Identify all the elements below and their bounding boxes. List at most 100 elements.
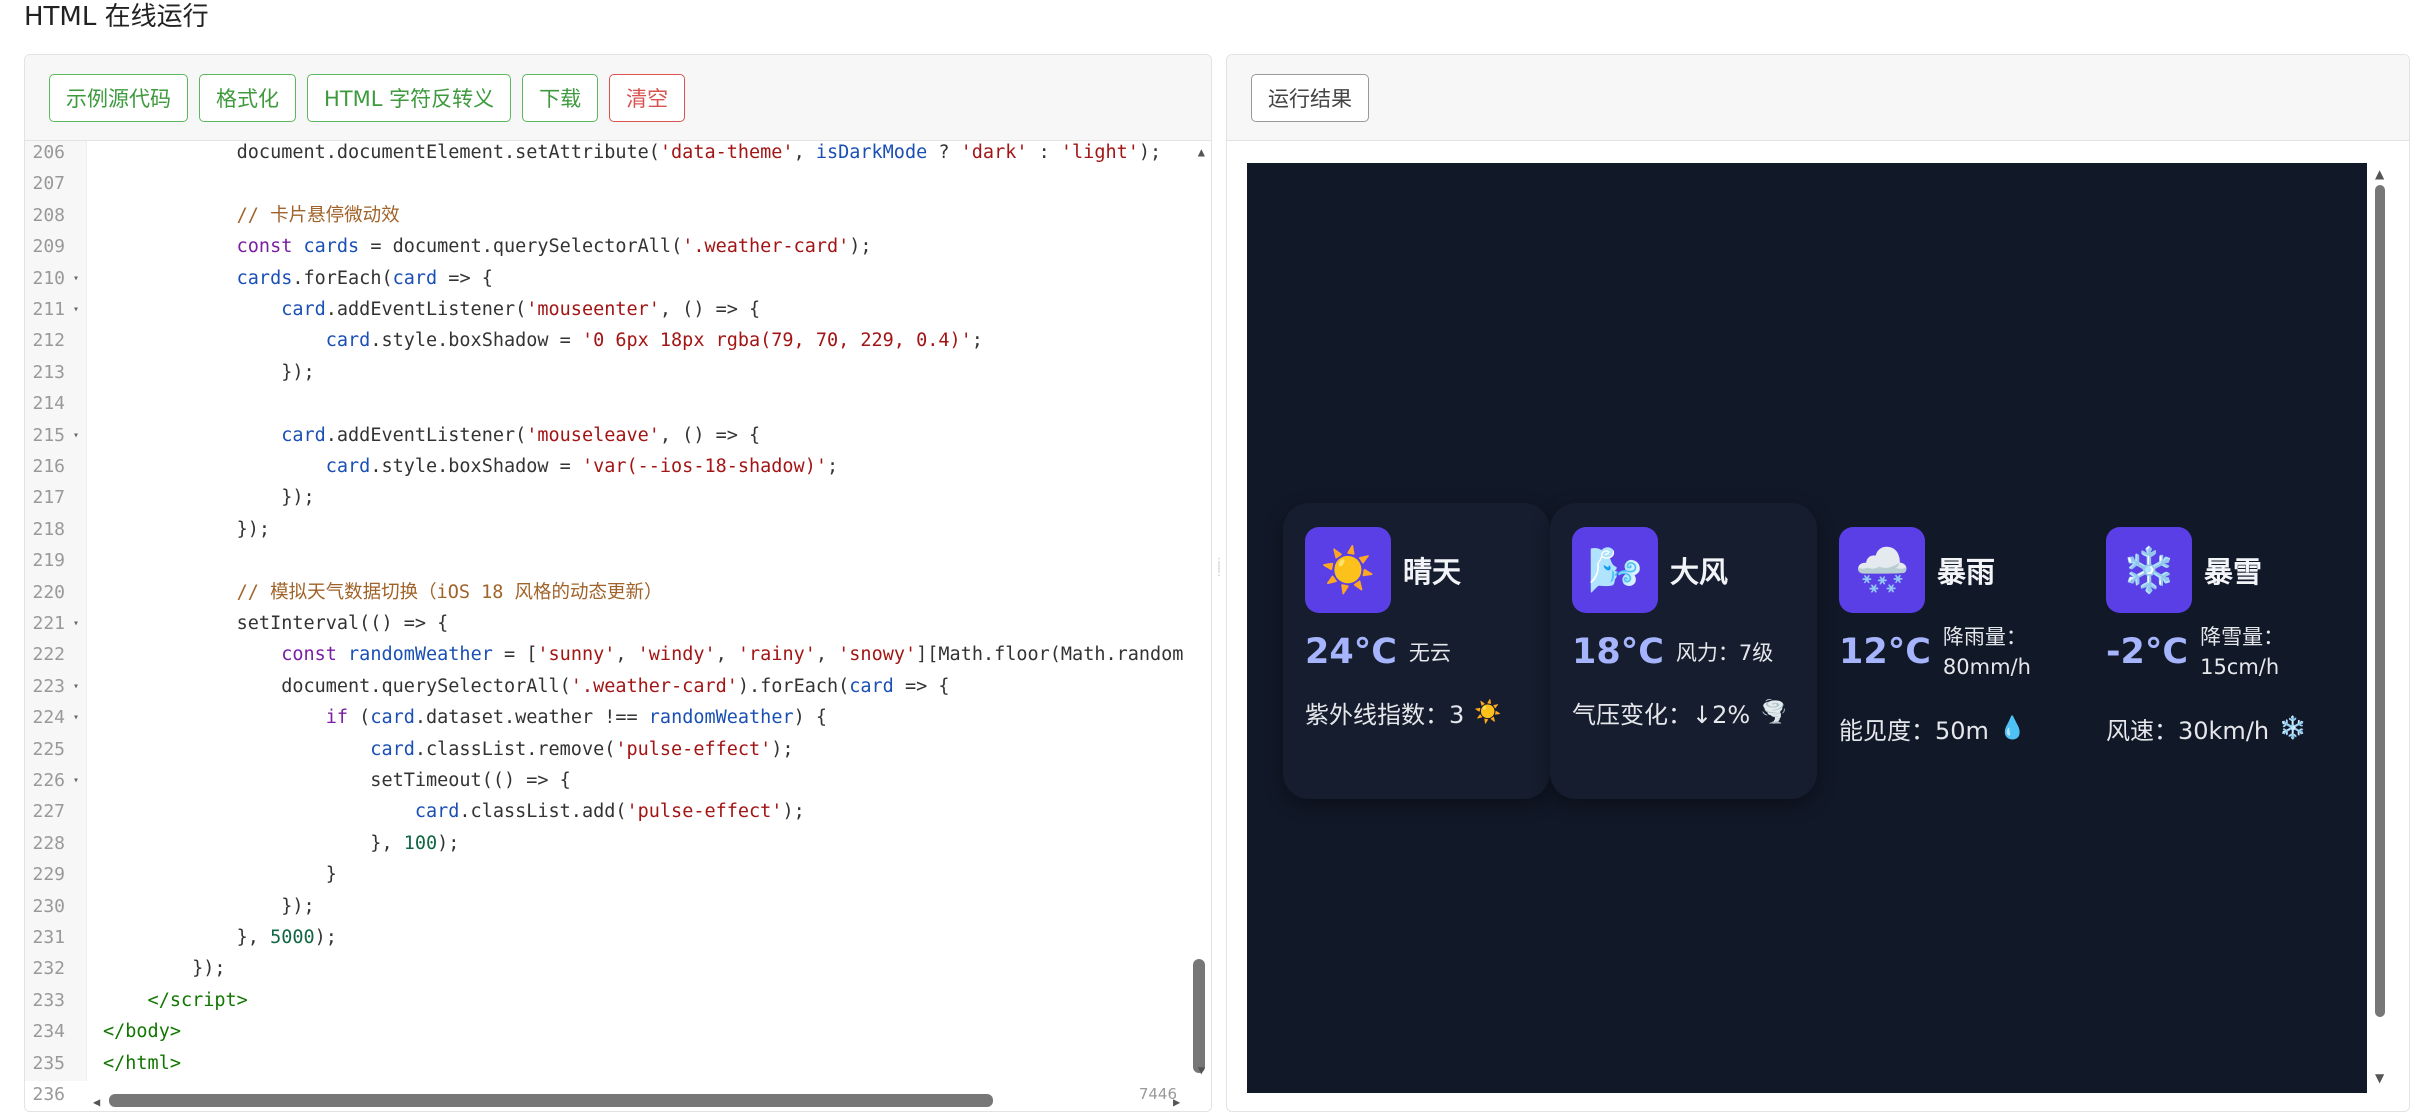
code-line[interactable]: </html>: [87, 1048, 1187, 1079]
result-scroll-down-arrow-icon[interactable]: ▼: [2375, 1071, 2384, 1085]
code-line[interactable]: document.querySelectorAll('.weather-card…: [87, 671, 1187, 702]
code-line[interactable]: });: [87, 357, 1187, 388]
code-line[interactable]: }: [87, 859, 1187, 890]
code-line-text: document.documentElement.setAttribute('d…: [103, 142, 1162, 163]
code-line[interactable]: [87, 168, 1187, 199]
code-line[interactable]: card.style.boxShadow = '0 6px 18px rgba(…: [87, 325, 1187, 356]
code-line[interactable]: </script>: [87, 985, 1187, 1016]
weather-card[interactable]: ❄️ 暴雪 -2°C 降雪量： 15cm/h 风速：30km/h ❄️: [2084, 503, 2351, 799]
weather-card[interactable]: 🌬️ 大风 18°C 风力：7级 气压变化：↓2% 🌪️: [1550, 503, 1817, 799]
html-unescape-button[interactable]: HTML 字符反转义: [307, 73, 512, 122]
line-number: 206: [32, 142, 65, 163]
code-line[interactable]: const randomWeather = ['sunny', 'windy',…: [87, 639, 1187, 670]
temperature-row: 24°C 无云: [1305, 627, 1528, 677]
code-line[interactable]: cards.forEach(card => {: [87, 263, 1187, 294]
code-line[interactable]: card.addEventListener('mouseenter', () =…: [87, 294, 1187, 325]
vertical-scrollbar[interactable]: [1193, 151, 1205, 1073]
code-line[interactable]: });: [87, 953, 1187, 984]
horizontal-scrollbar-thumb[interactable]: [109, 1094, 993, 1107]
fold-toggle-icon[interactable]: ▾: [73, 702, 79, 733]
code-line-text: card.addEventListener('mouseenter', () =…: [103, 299, 761, 320]
line-number: 222: [32, 644, 65, 666]
line-number: 219: [32, 550, 65, 572]
line-number: 230: [32, 895, 65, 917]
code-line-text: // 模拟天气数据切换（iOS 18 风格的动态更新）: [103, 581, 663, 603]
code-line[interactable]: }, 5000);: [87, 922, 1187, 953]
snowflake-icon: ❄️: [2106, 527, 2192, 613]
code-area[interactable]: document.documentElement.setAttribute('d…: [87, 141, 1187, 1081]
code-line[interactable]: });: [87, 514, 1187, 545]
result-preview-frame[interactable]: ☀️ 晴天 24°C 无云 紫外线指数：3 ☀️ 🌬️ 大风 18°C 风力：7级 气压变化：↓2%…: [1247, 163, 2367, 1093]
character-count: 7446: [1138, 1085, 1177, 1103]
fold-toggle-icon[interactable]: ▾: [73, 765, 79, 796]
fold-toggle-icon[interactable]: ▾: [73, 420, 79, 451]
code-line[interactable]: }, 100);: [87, 828, 1187, 859]
result-scroll-up-arrow-icon[interactable]: ▲: [2375, 167, 2384, 181]
line-number: 224: [32, 707, 65, 729]
fold-toggle-icon[interactable]: ▾: [73, 671, 79, 702]
scroll-down-arrow-icon[interactable]: ▼: [1198, 1063, 1205, 1077]
code-line[interactable]: document.documentElement.setAttribute('d…: [87, 141, 1187, 168]
weather-card[interactable]: ☀️ 晴天 24°C 无云紫外线指数：3 ☀️: [1283, 503, 1550, 799]
clear-button[interactable]: 清空: [609, 73, 686, 122]
extra-info-icon: ❄️: [2279, 716, 2307, 741]
temperature: 18°C: [1572, 632, 1664, 672]
download-button[interactable]: 下载: [522, 73, 599, 122]
code-line[interactable]: card.addEventListener('mouseleave', () =…: [87, 420, 1187, 451]
vertical-scrollbar-thumb[interactable]: [1193, 959, 1205, 1073]
code-line[interactable]: setInterval(() => {: [87, 608, 1187, 639]
line-number: 211: [32, 299, 65, 320]
card-title: 暴雪: [2204, 555, 2263, 589]
code-line[interactable]: const cards = document.querySelectorAll(…: [87, 231, 1187, 262]
code-editor[interactable]: 206 207 208 209 210 ▾ 211 ▾ 212 213 214 215 ▾ 216 217 2…: [25, 141, 1211, 1111]
code-line[interactable]: if (card.dataset.weather !== randomWeath…: [87, 702, 1187, 733]
extra-info-icon: ☀️: [1474, 700, 1502, 725]
weather-detail-label: 降雨量：: [1942, 625, 2027, 649]
card-header: ☀️ 晴天: [1305, 527, 1528, 613]
code-line[interactable]: setTimeout(() => {: [87, 765, 1187, 796]
example-source-button[interactable]: 示例源代码: [49, 73, 188, 122]
code-line[interactable]: [87, 1079, 1187, 1081]
line-number: 217: [32, 487, 65, 509]
line-number: 216: [32, 456, 65, 477]
scroll-left-arrow-icon[interactable]: ◀: [93, 1095, 100, 1109]
line-number: 229: [32, 864, 65, 886]
result-vertical-scrollbar[interactable]: [2373, 163, 2387, 1093]
card-extra-info: 能见度：50m 💧: [1839, 711, 2062, 746]
code-line[interactable]: // 卡片悬停微动效: [87, 200, 1187, 231]
scroll-up-arrow-icon[interactable]: ▲: [1198, 145, 1205, 159]
horizontal-scrollbar[interactable]: [87, 1093, 1187, 1107]
code-line[interactable]: [87, 388, 1187, 419]
code-line[interactable]: </body>: [87, 1016, 1187, 1047]
temperature-row: 12°C 降雨量： 80mm/h: [1839, 625, 2062, 679]
code-line[interactable]: });: [87, 482, 1187, 513]
extra-info-icon: 💧: [1998, 716, 2027, 741]
result-scrollbar-thumb[interactable]: [2375, 185, 2385, 1017]
fold-toggle-icon[interactable]: ▾: [73, 263, 79, 294]
code-line[interactable]: card.style.boxShadow = 'var(--ios-18-sha…: [87, 451, 1187, 482]
fold-toggle-icon[interactable]: ▾: [73, 608, 79, 639]
extra-info-text: 能见度：50m: [1839, 717, 1989, 745]
run-result-button[interactable]: 运行结果: [1251, 73, 1369, 122]
code-line[interactable]: });: [87, 891, 1187, 922]
panel-splitter-handle[interactable]: ⋮ ⋮ ⋮: [1214, 558, 1224, 608]
code-line-text: card.style.boxShadow = 'var(--ios-18-sha…: [103, 456, 839, 477]
code-line[interactable]: // 模拟天气数据切换（iOS 18 风格的动态更新）: [87, 577, 1187, 608]
code-line[interactable]: [87, 545, 1187, 576]
temperature: 12°C: [1839, 632, 1931, 672]
fold-toggle-icon[interactable]: ▾: [73, 294, 79, 325]
card-header: 🌬️ 大风: [1572, 527, 1795, 613]
format-button[interactable]: 格式化: [199, 73, 296, 122]
weather-detail: 降雨量： 80mm/h: [1943, 622, 2031, 682]
code-line-text: });: [103, 361, 315, 383]
code-line[interactable]: card.classList.add('pulse-effect');: [87, 796, 1187, 827]
code-line-text: cards.forEach(card => {: [103, 267, 493, 289]
code-line-text: card.classList.remove('pulse-effect');: [103, 738, 794, 760]
line-number: 223: [32, 675, 65, 697]
weather-card[interactable]: 🌨️ 暴雨 12°C 降雨量： 80mm/h 能见度：50m 💧: [1817, 503, 2084, 799]
line-number: 212: [32, 330, 65, 352]
card-extra-info: 紫外线指数：3 ☀️: [1305, 695, 1528, 730]
line-number: 207: [32, 173, 65, 195]
line-number: 232: [32, 958, 65, 980]
code-line[interactable]: card.classList.remove('pulse-effect');: [87, 734, 1187, 765]
